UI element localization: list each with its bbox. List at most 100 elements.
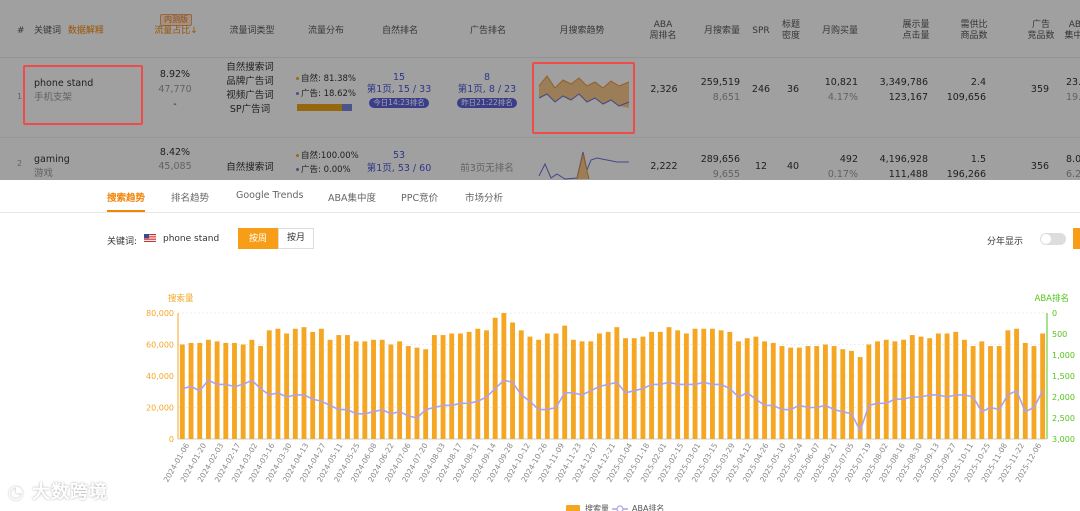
bar-search-volume xyxy=(753,336,759,439)
bar-search-volume xyxy=(944,333,950,439)
watermark-logo-icon: ◔ xyxy=(8,482,25,503)
bar-search-volume xyxy=(501,313,507,439)
row-ad-rank-time: 昨日21:22排名 xyxy=(450,96,524,110)
bar-search-volume xyxy=(258,346,263,439)
header-keyword: 关键词 数据解释 xyxy=(34,26,104,37)
bar-search-volume xyxy=(301,327,307,439)
row-products: 196,266 xyxy=(946,169,986,180)
bar-search-volume xyxy=(796,347,802,439)
bar-search-volume xyxy=(397,341,403,439)
bar-search-volume xyxy=(188,342,194,439)
row-natural-rank-page: 第1页, 15 / 33 xyxy=(366,84,432,95)
bar-search-volume xyxy=(570,339,576,439)
row-aba-rank: 2,326 xyxy=(650,84,678,95)
bar-search-volume xyxy=(405,346,411,439)
bar-search-volume xyxy=(536,339,542,439)
bar-search-volume xyxy=(909,335,915,439)
row-dist-natural: 自然: 81.38% xyxy=(296,72,356,86)
header-ad-rank: 广告排名 xyxy=(469,26,506,36)
bar-search-volume xyxy=(866,344,872,439)
row-clicks: 123,167 xyxy=(888,92,928,103)
natural-dot-icon xyxy=(296,77,299,80)
header-monthly-search: 月搜索量 xyxy=(703,26,740,36)
row-dist-ad: 广告: 18.62% xyxy=(296,87,356,101)
bar-search-volume xyxy=(518,330,524,439)
bar-search-volume xyxy=(918,336,924,439)
row-aba-concentration: 23.98 xyxy=(1066,77,1080,88)
bar-search-volume xyxy=(292,328,298,439)
bar-search-volume xyxy=(805,346,811,439)
header-ad-products: 广告 竞品数 xyxy=(1027,20,1055,41)
bar-search-volume xyxy=(562,325,568,439)
header-traffic-dist: 流量分布 xyxy=(307,26,344,36)
row-keyword[interactable]: gaming xyxy=(34,153,70,167)
bar-search-volume xyxy=(970,346,976,439)
bar-search-volume xyxy=(814,346,820,439)
header-natural-rank: 自然排名 xyxy=(381,26,418,36)
bar-search-volume xyxy=(310,331,316,439)
bar-search-volume xyxy=(770,342,776,439)
bar-search-volume xyxy=(431,335,437,439)
bar-search-volume xyxy=(440,335,446,439)
data-explain-link[interactable]: 数据解释 xyxy=(68,26,104,36)
table-row[interactable]: 2 gaming 游戏 8.42% 45,085 自然搜索词 自然:100.00… xyxy=(0,138,1080,180)
row-aba-concentration-sub: 19.22 xyxy=(1066,92,1080,103)
row-natural-rank-time: 今日14:23排名 xyxy=(362,96,436,110)
header-aba-rank: ABA 周排名 xyxy=(649,20,677,41)
row-traffic-share-extra: - xyxy=(173,99,177,110)
row-dist-ad: 广告: 0.00% xyxy=(296,163,351,177)
sparkline-search-line xyxy=(576,153,590,180)
header-supply-ratio: 需供比 商品数 xyxy=(960,20,988,41)
header-aba-concentration: ABA集中度 xyxy=(1064,20,1080,41)
bar-search-volume xyxy=(657,331,663,439)
row-traffic-share: 8.92% xyxy=(159,69,191,80)
bar-search-volume xyxy=(701,328,707,439)
type-sp-ad: SP广告词 xyxy=(229,104,271,115)
row-trend-sparkline[interactable] xyxy=(537,150,631,180)
bar-search-volume xyxy=(788,347,794,439)
row-keyword-type: 自然搜索词 品牌广告词 视频广告词 SP广告词 xyxy=(222,61,278,117)
y2-tick-label: 2,500 xyxy=(1052,414,1075,423)
row-title-density: 36 xyxy=(786,84,800,95)
highlight-keyword-box xyxy=(23,65,143,125)
row-ad-products: 359 xyxy=(1030,84,1050,95)
bar-search-volume xyxy=(327,339,333,439)
bar-search-volume xyxy=(371,339,376,439)
y-tick-label: 60,000 xyxy=(146,341,174,350)
bar-search-volume xyxy=(205,339,211,439)
row-aba-rank: 2,222 xyxy=(650,161,678,172)
bar-search-volume xyxy=(266,330,272,439)
bar-search-volume xyxy=(484,330,489,439)
row-traffic-share-count: 47,770 xyxy=(158,84,192,95)
bar-search-volume xyxy=(736,341,741,439)
legend-swatch-aba-rank-dot xyxy=(616,505,624,511)
row-index: 2 xyxy=(17,159,23,168)
page-root: # 关键词 数据解释 内测版 流量占比↓ 流量词类型 流量分布 自然排名 广告排… xyxy=(0,0,1080,511)
traffic-dist-bar xyxy=(297,104,352,111)
bar-search-volume xyxy=(953,331,959,439)
bar-search-volume xyxy=(683,333,689,439)
bar-search-volume xyxy=(727,331,733,439)
row-monthly-search-sub: 9,655 xyxy=(712,169,740,180)
bar-search-volume xyxy=(1040,333,1046,439)
bar-search-volume xyxy=(892,341,898,439)
legend-label-search-volume: 搜索量 xyxy=(585,503,609,511)
bar-search-volume xyxy=(988,346,993,439)
row-index: 1 xyxy=(17,92,23,101)
search-trend-chart: 搜索量 ABA排名 0 20,000 40,000 60,000 80,000 0 500 1,0… xyxy=(146,293,1075,511)
bar-search-volume xyxy=(457,333,463,439)
ad-dot-icon xyxy=(296,92,299,95)
row-impressions: 3,349,786 xyxy=(879,77,928,88)
row-aba-concentration-sub: 6.22 xyxy=(1066,169,1080,180)
y2-axis-title: ABA排名 xyxy=(1035,293,1069,304)
header-traffic-share-label: 流量占比 xyxy=(154,26,191,36)
bar-search-volume xyxy=(1022,342,1028,439)
header-keyword-label: 关键词 xyxy=(34,26,62,36)
bar-search-volume xyxy=(849,350,854,439)
header-traffic-share[interactable]: 内测版 流量占比↓ xyxy=(150,14,202,37)
bar-search-volume xyxy=(544,333,550,439)
bar-search-volume xyxy=(214,341,220,439)
header-title-density: 标题 密度 xyxy=(781,20,800,41)
row-dist-natural: 自然:100.00% xyxy=(296,149,359,163)
bar-search-volume xyxy=(284,333,290,439)
